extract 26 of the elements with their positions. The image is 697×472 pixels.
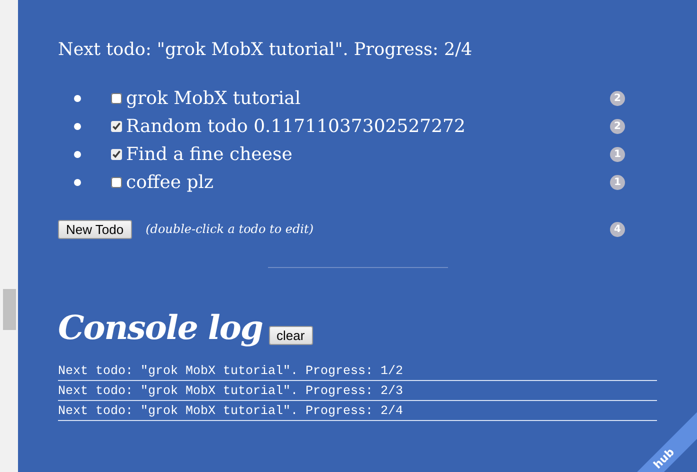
edit-hint: (double-click a todo to edit) [146,222,314,236]
progress-summary: Next todo: "grok MobX tutorial". Progress: 2/4 [58,39,474,62]
render-count-badge: 2 [610,90,625,106]
bullet-icon [74,94,81,102]
bullet-icon [74,150,81,158]
render-count-badge: 2 [610,118,625,134]
todo-label[interactable]: Find a fine cheese [126,144,292,164]
todo-checkbox[interactable] [111,92,122,104]
scrollbar-thumb[interactable] [3,289,16,330]
render-count-badge: 4 [610,222,625,236]
todo-label[interactable]: grok MobX tutorial [126,88,301,108]
new-todo-button[interactable]: New Todo [58,220,132,238]
todo-checkbox[interactable] [111,148,122,160]
log-line: Next todo: "grok MobX tutorial". Progress: 2/4 [58,401,657,421]
console-heading: Console log [58,308,262,347]
log-line: Next todo: "grok MobX tutorial". Progress: 2/3 [58,381,657,401]
clear-button[interactable]: clear [268,326,313,345]
todo-checkbox[interactable] [111,176,122,188]
render-count-badge: 1 [610,174,625,190]
bullet-icon [74,122,81,130]
log-line: Next todo: "grok MobX tutorial". Progress: 1/2 [58,361,657,381]
render-count-badge: 1 [610,146,625,162]
todo-checkbox[interactable] [111,120,122,132]
todo-label[interactable]: coffee plz [126,172,214,192]
todo-label[interactable]: Random todo 0.11711037302527272 [126,116,466,136]
bullet-icon [74,178,81,186]
